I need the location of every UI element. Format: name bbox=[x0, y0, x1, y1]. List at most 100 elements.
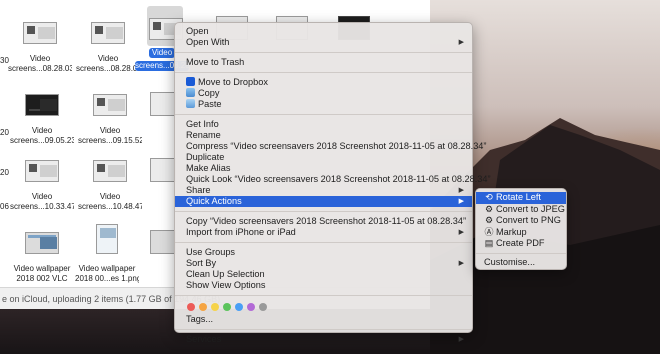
menu-item-clean-up-selection[interactable]: Clean Up Selection bbox=[175, 269, 472, 280]
menu-item-rename[interactable]: Rename bbox=[175, 130, 472, 141]
paste-icon bbox=[186, 99, 195, 108]
menu-item-get-info[interactable]: Get Info bbox=[175, 119, 472, 130]
tag-color-dot[interactable] bbox=[235, 303, 243, 311]
file-item[interactable]: Video wallpaper 2018 002 VLC bbox=[10, 222, 74, 292]
menu-item-quick-look[interactable]: Quick Look “Video screensavers 2018 Scre… bbox=[175, 174, 491, 185]
rotate-left-icon: ⟲ bbox=[485, 192, 493, 202]
menu-item-copy-name[interactable]: Copy “Video screensavers 2018 Screenshot… bbox=[175, 216, 472, 227]
menu-item-use-groups[interactable]: Use Groups bbox=[175, 247, 472, 258]
menu-item-import-from-iphone[interactable]: Import from iPhone or iPad ▶ bbox=[175, 227, 472, 238]
menu-item-label: Tags... bbox=[186, 314, 214, 324]
menu-item-label: Move to Trash bbox=[186, 57, 245, 67]
menu-separator bbox=[476, 252, 566, 254]
menu-item-label: Services bbox=[186, 334, 222, 344]
copy-icon bbox=[186, 88, 195, 97]
file-item[interactable]: Video wallpaper 2018 00...es 1.png bbox=[75, 222, 139, 292]
submenu-item-customise[interactable]: Customise... bbox=[476, 257, 566, 269]
file-item[interactable]: Video screens...10.33.47 bbox=[10, 150, 74, 220]
tag-color-dot[interactable] bbox=[187, 303, 195, 311]
menu-item-show-view-options[interactable]: Show View Options bbox=[175, 280, 472, 291]
menu-item-open-with[interactable]: Open With ▶ bbox=[175, 37, 472, 48]
menu-item-paste[interactable]: Paste bbox=[175, 99, 472, 110]
menu-item-label: Duplicate bbox=[186, 152, 225, 162]
submenu-arrow-icon: ▶ bbox=[458, 187, 464, 194]
menu-item-label: Copy “Video screensavers 2018 Screenshot… bbox=[186, 216, 467, 226]
menu-item-label: Convert to PNG bbox=[496, 215, 561, 225]
menu-item-label: Create PDF bbox=[496, 238, 545, 248]
file-name: Video screens...09.15.52 bbox=[78, 126, 142, 145]
file-name: Video screens...08.28.03 bbox=[8, 54, 72, 73]
tag-color-dot[interactable] bbox=[211, 303, 219, 311]
menu-item-duplicate[interactable]: Duplicate bbox=[175, 152, 472, 163]
file-name: Video screens...09.05.23 bbox=[10, 126, 74, 145]
menu-item-services[interactable]: Services ▶ bbox=[175, 334, 472, 345]
menu-item-label: Paste bbox=[198, 99, 222, 109]
tag-color-dot[interactable] bbox=[199, 303, 207, 311]
menu-item-label: Quick Look “Video screensavers 2018 Scre… bbox=[186, 174, 491, 184]
file-item[interactable]: Video screens...09.05.23 bbox=[10, 84, 74, 154]
submenu-item-create-pdf[interactable]: ▤ Create PDF bbox=[476, 238, 566, 250]
menu-item-label: Markup bbox=[496, 226, 527, 237]
file-thumbnail bbox=[23, 12, 57, 50]
file-label-partial: 06 bbox=[0, 202, 9, 211]
file-thumbnail bbox=[150, 92, 176, 116]
menu-separator bbox=[175, 52, 472, 53]
file-label-partial: 20 bbox=[0, 168, 9, 177]
menu-item-label: Make Alias bbox=[186, 163, 231, 173]
context-menu: Open Open With ▶ Move to Trash Move to Dr… bbox=[174, 22, 491, 344]
submenu-item-convert-to-jpeg[interactable]: ⚙ Convert to JPEG bbox=[476, 204, 566, 216]
file-name: Video screens...10.33.47 bbox=[10, 192, 74, 211]
file-item[interactable]: Video screens...09.15.52 bbox=[78, 84, 142, 154]
file-thumbnail bbox=[25, 84, 59, 122]
submenu-arrow-icon: ▶ bbox=[458, 260, 464, 267]
file-name: Video screens...08.28.06 bbox=[76, 54, 140, 73]
menu-item-compress[interactable]: Compress “Video screensavers 2018 Screen… bbox=[175, 141, 486, 152]
menu-item-label: Customise... bbox=[484, 256, 536, 267]
tag-color-dot[interactable] bbox=[223, 303, 231, 311]
pdf-icon: ▤ bbox=[484, 238, 494, 248]
menu-item-move-to-dropbox[interactable]: Move to Dropbox bbox=[175, 77, 472, 88]
menu-item-make-alias[interactable]: Make Alias bbox=[175, 163, 472, 174]
menu-item-label: Move to Dropbox bbox=[198, 77, 268, 87]
menu-separator bbox=[175, 211, 472, 212]
menu-item-quick-actions[interactable]: Quick Actions ▶ bbox=[175, 196, 472, 207]
menu-item-label: Quick Actions bbox=[186, 196, 242, 206]
file-label-partial: 20 bbox=[0, 128, 9, 137]
menu-item-label: Show View Options bbox=[186, 280, 266, 290]
menu-item-label: Open bbox=[186, 26, 209, 36]
menu-item-share[interactable]: Share ▶ bbox=[175, 185, 472, 196]
submenu-arrow-icon: ▶ bbox=[458, 39, 464, 46]
file-thumbnail bbox=[93, 84, 127, 122]
dropbox-icon bbox=[186, 77, 195, 86]
file-item[interactable]: Video screens...08.28.06 bbox=[76, 12, 140, 82]
markup-icon: Ⓐ bbox=[484, 226, 494, 237]
gear-icon: ⚙ bbox=[484, 203, 494, 214]
file-name: Video screens...10.48.47 bbox=[78, 192, 142, 211]
file-item[interactable]: Video screens...08.28.03 bbox=[8, 12, 72, 82]
submenu-arrow-icon: ▶ bbox=[458, 336, 464, 343]
menu-item-label: Clean Up Selection bbox=[186, 269, 265, 279]
menu-item-sort-by[interactable]: Sort By ▶ bbox=[175, 258, 472, 269]
menu-item-tags[interactable]: Tags... bbox=[175, 314, 472, 325]
file-thumbnail bbox=[25, 222, 59, 260]
file-name: Video wallpaper 2018 00...es 1.png bbox=[75, 264, 139, 283]
file-thumbnail bbox=[25, 150, 59, 188]
quick-actions-submenu: ⟲ Rotate Left ⚙ Convert to JPEG ⚙ Convert t… bbox=[475, 188, 567, 270]
submenu-item-rotate-left[interactable]: ⟲ Rotate Left bbox=[476, 192, 566, 204]
file-name: Video wallpaper 2018 002 VLC bbox=[13, 264, 71, 283]
menu-separator bbox=[175, 242, 472, 243]
submenu-item-convert-to-png[interactable]: ⚙ Convert to PNG bbox=[476, 215, 566, 227]
submenu-arrow-icon: ▶ bbox=[458, 198, 464, 205]
tag-color-dot[interactable] bbox=[247, 303, 255, 311]
menu-item-label: Rename bbox=[186, 130, 221, 140]
file-thumbnail bbox=[150, 158, 176, 182]
file-item[interactable]: Video screens...10.48.47 bbox=[78, 150, 142, 220]
menu-item-move-to-trash[interactable]: Move to Trash bbox=[175, 57, 472, 68]
menu-separator bbox=[175, 72, 472, 73]
gear-icon: ⚙ bbox=[484, 215, 494, 225]
submenu-item-markup[interactable]: Ⓐ Markup bbox=[476, 227, 566, 239]
tag-color-dot[interactable] bbox=[259, 303, 267, 311]
menu-item-open[interactable]: Open bbox=[175, 26, 472, 37]
menu-item-copy[interactable]: Copy bbox=[175, 88, 472, 99]
file-thumbnail bbox=[91, 12, 125, 50]
